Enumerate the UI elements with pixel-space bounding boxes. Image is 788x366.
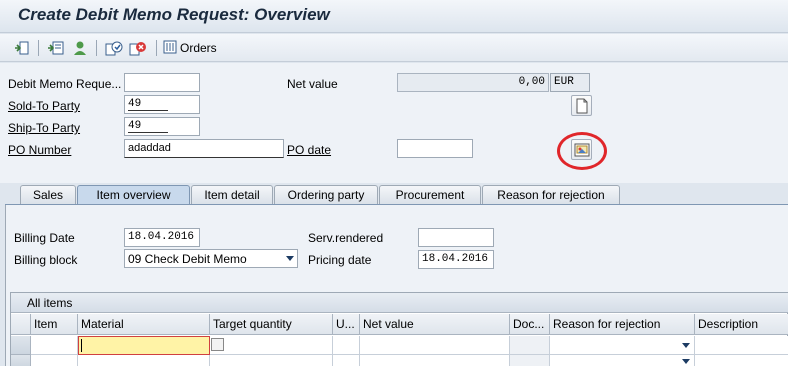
- doc-cell[interactable]: [510, 336, 550, 355]
- display-doc-flow-icon[interactable]: [12, 38, 32, 58]
- document-icon: [576, 98, 587, 113]
- po-number-label[interactable]: PO Number: [8, 143, 71, 157]
- business-partner-icon[interactable]: [70, 38, 90, 58]
- sold-to-value: 49: [128, 98, 168, 111]
- document-button[interactable]: [571, 95, 592, 116]
- unit-cell[interactable]: [333, 336, 360, 355]
- unit-cell[interactable]: [333, 355, 360, 366]
- sold-to-field[interactable]: 49: [124, 95, 200, 114]
- net-value-cell[interactable]: [360, 336, 510, 355]
- row-selector[interactable]: [11, 355, 31, 366]
- ship-to-label[interactable]: Ship-To Party: [8, 121, 80, 135]
- column-reason-for-rejection[interactable]: Reason for rejection: [550, 314, 695, 335]
- orders-label: Orders: [180, 41, 217, 55]
- tab-reason-for-rejection[interactable]: Reason for rejection: [482, 185, 620, 205]
- description-cell[interactable]: [695, 336, 788, 355]
- items-table: All items Item Material Target quantity …: [10, 292, 788, 366]
- target-quantity-cell[interactable]: [210, 336, 333, 355]
- billing-date-label: Billing Date: [14, 231, 75, 245]
- po-date-label[interactable]: PO date: [287, 143, 331, 157]
- pricing-date-label: Pricing date: [308, 253, 372, 267]
- po-number-field[interactable]: adaddad: [124, 139, 284, 158]
- column-unit[interactable]: U...: [333, 314, 360, 335]
- tab-sales[interactable]: Sales: [20, 185, 76, 205]
- doc-cell[interactable]: [510, 355, 550, 366]
- material-cell[interactable]: [78, 336, 210, 355]
- reason-for-rejection-cell[interactable]: [550, 336, 695, 355]
- item-cell[interactable]: [31, 336, 78, 355]
- tab-item-detail[interactable]: Item detail: [191, 185, 273, 205]
- application-toolbar: Orders: [0, 34, 788, 62]
- tab-strip: Sales Item overview Item detail Ordering…: [0, 183, 788, 205]
- header-details-icon[interactable]: [46, 38, 66, 58]
- column-net-value[interactable]: Net value: [360, 314, 510, 335]
- debit-memo-field[interactable]: [124, 73, 200, 92]
- sold-to-label[interactable]: Sold-To Party: [8, 99, 80, 113]
- net-value-field: 0,00: [397, 73, 549, 92]
- item-cell[interactable]: [31, 355, 78, 366]
- orders-button[interactable]: Orders: [163, 38, 223, 58]
- reason-for-rejection-cell[interactable]: [550, 355, 695, 366]
- description-cell[interactable]: [695, 355, 788, 366]
- column-material[interactable]: Material: [78, 314, 210, 335]
- material-cell[interactable]: [78, 355, 210, 366]
- target-quantity-cell[interactable]: [210, 355, 333, 366]
- chevron-down-icon: [286, 256, 294, 261]
- billing-block-label: Billing block: [14, 253, 78, 267]
- column-doc[interactable]: Doc...: [510, 314, 550, 335]
- annotation-circle: [557, 132, 607, 170]
- ship-to-value: 49: [128, 120, 168, 133]
- row-selector[interactable]: [11, 336, 31, 355]
- page-title: Create Debit Memo Request: Overview: [18, 5, 330, 24]
- tab-ordering-party[interactable]: Ordering party: [274, 185, 378, 205]
- cancel-icon[interactable]: [128, 38, 148, 58]
- chevron-down-icon: [682, 359, 690, 364]
- column-item[interactable]: Item: [31, 314, 78, 335]
- column-target-quantity[interactable]: Target quantity: [210, 314, 333, 335]
- serv-rendered-field[interactable]: [418, 228, 494, 247]
- ship-to-field[interactable]: 49: [124, 117, 200, 136]
- tab-item-overview[interactable]: Item overview: [77, 185, 190, 205]
- text-cursor: [81, 339, 82, 352]
- billing-block-value: 09 Check Debit Memo: [128, 252, 247, 266]
- currency-field: EUR: [550, 73, 590, 92]
- table-caption: All items: [11, 293, 788, 313]
- net-value-cell[interactable]: [360, 355, 510, 366]
- debit-memo-label: Debit Memo Reque...: [8, 77, 122, 91]
- serv-rendered-label: Serv.rendered: [308, 231, 384, 245]
- select-all-column[interactable]: [11, 314, 31, 335]
- orders-icon: [163, 40, 177, 57]
- check-icon[interactable]: [104, 38, 124, 58]
- tab-procurement[interactable]: Procurement: [379, 185, 481, 205]
- value-help-icon[interactable]: [211, 338, 224, 351]
- pricing-date-field[interactable]: 18.04.2016: [418, 250, 494, 269]
- title-bar: Create Debit Memo Request: Overview: [0, 0, 788, 33]
- billing-block-dropdown[interactable]: 09 Check Debit Memo: [124, 249, 298, 268]
- po-date-field[interactable]: [397, 139, 473, 158]
- chevron-down-icon: [682, 343, 690, 348]
- column-description[interactable]: Description: [695, 314, 788, 335]
- net-value-label: Net value: [287, 77, 338, 91]
- billing-date-field[interactable]: 18.04.2016: [124, 228, 200, 247]
